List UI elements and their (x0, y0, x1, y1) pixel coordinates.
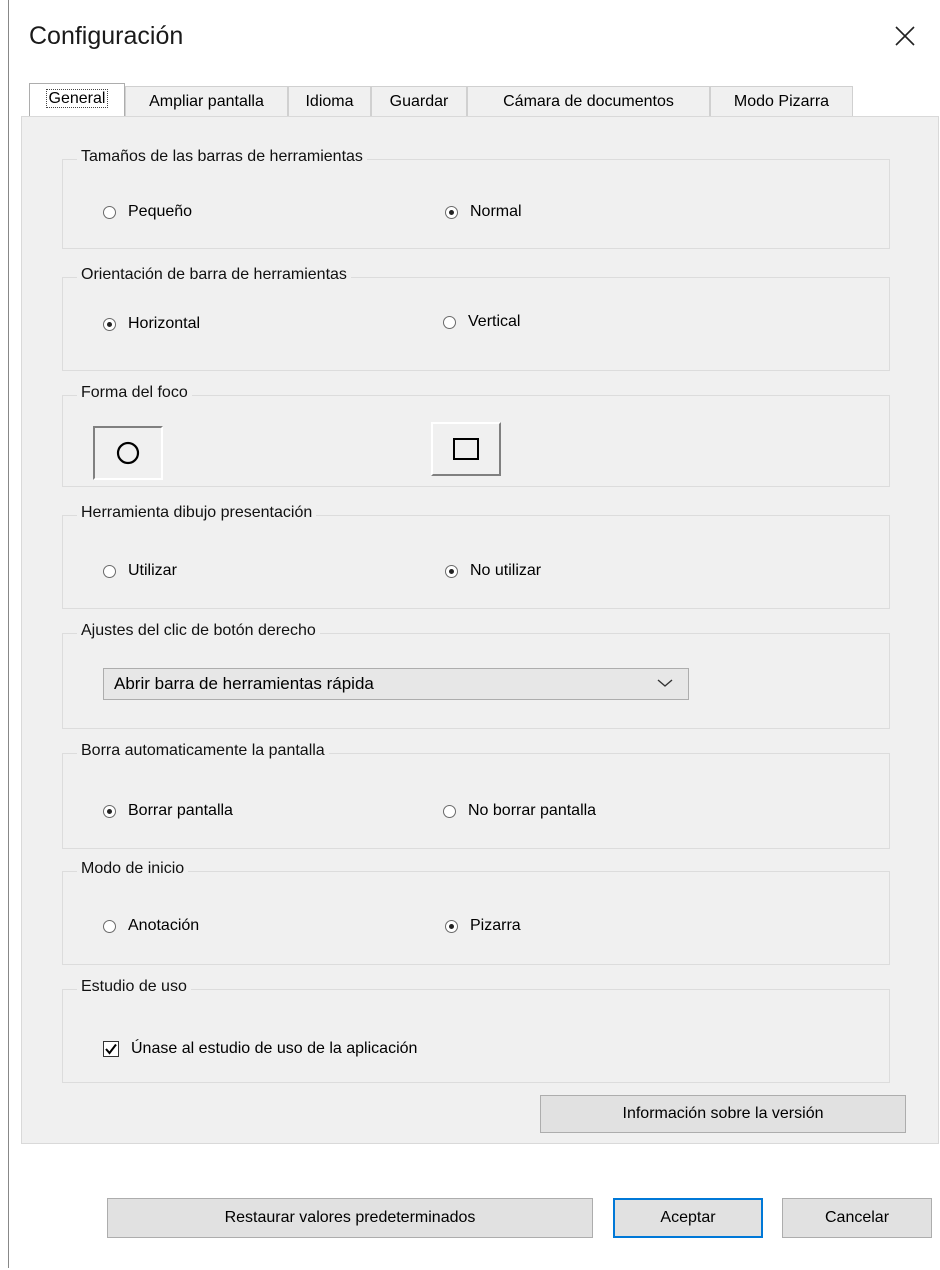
group-legend: Estudio de uso (77, 978, 191, 996)
tab-general[interactable]: General (29, 83, 125, 117)
cancel-button[interactable]: Cancelar (782, 1198, 932, 1238)
group-legend: Borra automaticamente la pantalla (77, 742, 329, 760)
radio-borrar-pantalla[interactable]: Borrar pantalla (103, 802, 233, 820)
radio-indicator (443, 804, 456, 818)
radio-indicator (103, 564, 116, 578)
restore-defaults-button[interactable]: Restaurar valores predeterminados (107, 1198, 593, 1238)
radio-label: Utilizar (128, 562, 177, 579)
group-legend: Modo de inicio (77, 860, 189, 878)
select-value: Abrir barra de herramientas rápida (114, 674, 374, 693)
right-click-select[interactable]: Abrir barra de herramientas rápida (103, 668, 689, 700)
usage-study-checkbox[interactable]: Únase al estudio de uso de la aplicación (103, 1040, 417, 1058)
tab-modo-pizarra[interactable]: Modo Pizarra (710, 86, 853, 116)
radio-indicator (103, 205, 116, 219)
radio-label: Normal (470, 203, 522, 220)
toolbar-orientation-group: Orientación de barra de herramientas Hor… (62, 266, 890, 371)
radio-label: Vertical (468, 313, 521, 330)
accept-button[interactable]: Aceptar (613, 1198, 763, 1238)
radio-pizarra[interactable]: Pizarra (445, 917, 521, 935)
group-legend: Orientación de barra de herramientas (77, 266, 351, 284)
radio-label: Pequeño (128, 203, 193, 220)
radio-vertical[interactable]: Vertical (443, 313, 520, 331)
radio-label: No utilizar (470, 562, 542, 579)
usage-study-group: Estudio de uso Únase al estudio de uso d… (62, 978, 890, 1083)
group-legend: Forma del foco (77, 384, 192, 402)
radio-label: No borrar pantalla (468, 802, 597, 819)
checkbox-indicator (103, 1041, 119, 1057)
version-info-button[interactable]: Información sobre la versión (540, 1095, 906, 1133)
checkbox-label: Únase al estudio de uso de la aplicación (131, 1040, 418, 1057)
tab-guardar[interactable]: Guardar (371, 86, 467, 116)
focus-square-button[interactable] (431, 422, 501, 476)
chevron-down-icon (657, 679, 673, 687)
auto-clear-group: Borra automaticamente la pantalla Borrar… (62, 742, 890, 849)
tab-idioma[interactable]: Idioma (288, 86, 371, 116)
radio-indicator (103, 919, 116, 933)
radio-anotacion[interactable]: Anotación (103, 917, 199, 935)
circle-icon (116, 441, 140, 465)
focus-circle-button[interactable] (93, 426, 163, 480)
checkmark-icon (105, 1043, 117, 1055)
radio-label: Borrar pantalla (128, 802, 233, 819)
square-icon (453, 438, 479, 460)
radio-label: Pizarra (470, 917, 521, 934)
group-legend: Ajustes del clic de botón derecho (77, 622, 320, 640)
radio-no-utilizar[interactable]: No utilizar (445, 562, 541, 580)
radio-label: Anotación (128, 917, 200, 934)
group-legend: Tamaños de las barras de herramientas (77, 148, 367, 166)
radio-indicator (445, 205, 458, 219)
radio-indicator (443, 315, 456, 329)
radio-pequeno[interactable]: Pequeño (103, 203, 192, 221)
toolbar-size-group: Tamaños de las barras de herramientas Pe… (62, 148, 890, 249)
radio-no-borrar-pantalla[interactable]: No borrar pantalla (443, 802, 596, 820)
settings-dialog: Configuración General Ampliar pantalla I… (8, 0, 939, 1268)
radio-horizontal[interactable]: Horizontal (103, 315, 200, 333)
close-icon[interactable] (887, 18, 923, 54)
tab-ampliar-pantalla[interactable]: Ampliar pantalla (125, 86, 288, 116)
radio-utilizar[interactable]: Utilizar (103, 562, 177, 580)
drawing-tool-group: Herramienta dibujo presentación Utilizar… (62, 504, 890, 609)
general-tab-panel: Tamaños de las barras de herramientas Pe… (21, 116, 939, 1144)
radio-indicator (103, 317, 116, 331)
radio-indicator (445, 919, 458, 933)
radio-label: Horizontal (128, 315, 201, 332)
group-legend: Herramienta dibujo presentación (77, 504, 317, 522)
radio-indicator (445, 564, 458, 578)
radio-indicator (103, 804, 116, 818)
focus-shape-group: Forma del foco (62, 384, 890, 487)
radio-normal[interactable]: Normal (445, 203, 522, 221)
dialog-title: Configuración (29, 22, 184, 50)
start-mode-group: Modo de inicio Anotación Pizarra (62, 860, 890, 965)
tab-camara-documentos[interactable]: Cámara de documentos (467, 86, 710, 116)
right-click-group: Ajustes del clic de botón derecho Abrir … (62, 622, 890, 729)
